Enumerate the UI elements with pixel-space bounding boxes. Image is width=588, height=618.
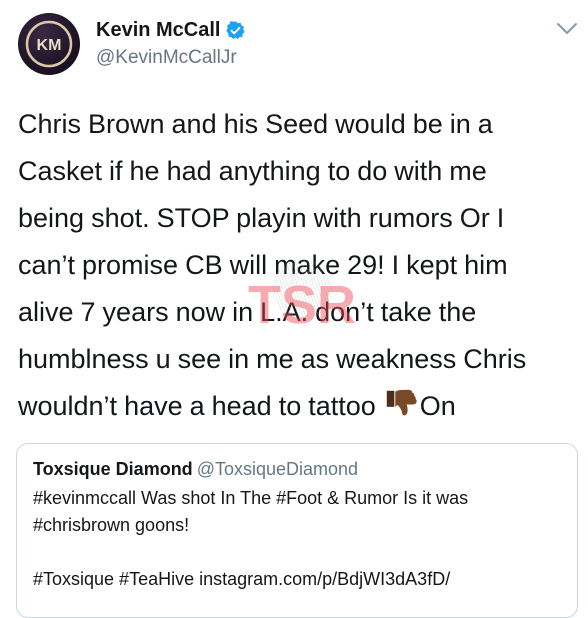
quoted-tweet-body: #kevinmccall Was shot In The #Foot & Rum… <box>33 485 563 593</box>
tweet-line: wouldn’t have a head to tattoo <box>18 391 383 421</box>
avatar-logo-icon: KM <box>25 20 73 68</box>
tweet-line: Casket if he had anything to do with me <box>18 156 487 186</box>
tweet-card: KM Kevin McCall @KevinMcCallJr Chris Bro… <box>0 0 588 618</box>
tweet-line: alive 7 years now in L.A. don’t take the <box>18 297 477 327</box>
verified-badge-icon <box>226 21 246 40</box>
svg-text:KM: KM <box>37 37 62 54</box>
chevron-down-icon[interactable] <box>556 22 578 36</box>
quoted-line: #chrisbrown goons! <box>33 515 190 535</box>
tweet-line-end: On <box>419 391 456 421</box>
quoted-tweet-header: Toxsique Diamond @ToxsiqueDiamond <box>33 459 358 480</box>
thumbs-down-icon <box>386 389 417 416</box>
quoted-tweet[interactable]: Toxsique Diamond @ToxsiqueDiamond #kevinm… <box>16 443 578 618</box>
tweet-body: Chris Brown and his Seed would be in a Ca… <box>18 101 583 430</box>
quoted-line: #Toxsique #TeaHive instagram.com/p/BdjWI… <box>33 569 451 589</box>
tweet-line: humblness u see in me as weakness Chris <box>18 344 527 374</box>
quoted-handle[interactable]: @ToxsiqueDiamond <box>197 459 358 479</box>
author-display-name[interactable]: Kevin McCall <box>96 19 220 42</box>
tweet-line-last: wouldn’t have a head to tattoo On <box>18 383 583 430</box>
quoted-display-name[interactable]: Toxsique Diamond <box>33 459 193 479</box>
quoted-line: #kevinmccall Was shot In The #Foot & Rum… <box>33 488 469 508</box>
tweet-line: being shot. STOP playin with rumors Or I <box>18 203 505 233</box>
avatar[interactable]: KM <box>18 13 80 75</box>
author-handle[interactable]: @KevinMcCallJr <box>96 47 237 69</box>
tweet-line: can’t promise CB will make 29! I kept hi… <box>18 250 508 280</box>
tweet-line: Chris Brown and his Seed would be in a <box>18 109 493 139</box>
quoted-line-blank <box>33 539 563 566</box>
author-name-row: Kevin McCall <box>96 19 246 42</box>
